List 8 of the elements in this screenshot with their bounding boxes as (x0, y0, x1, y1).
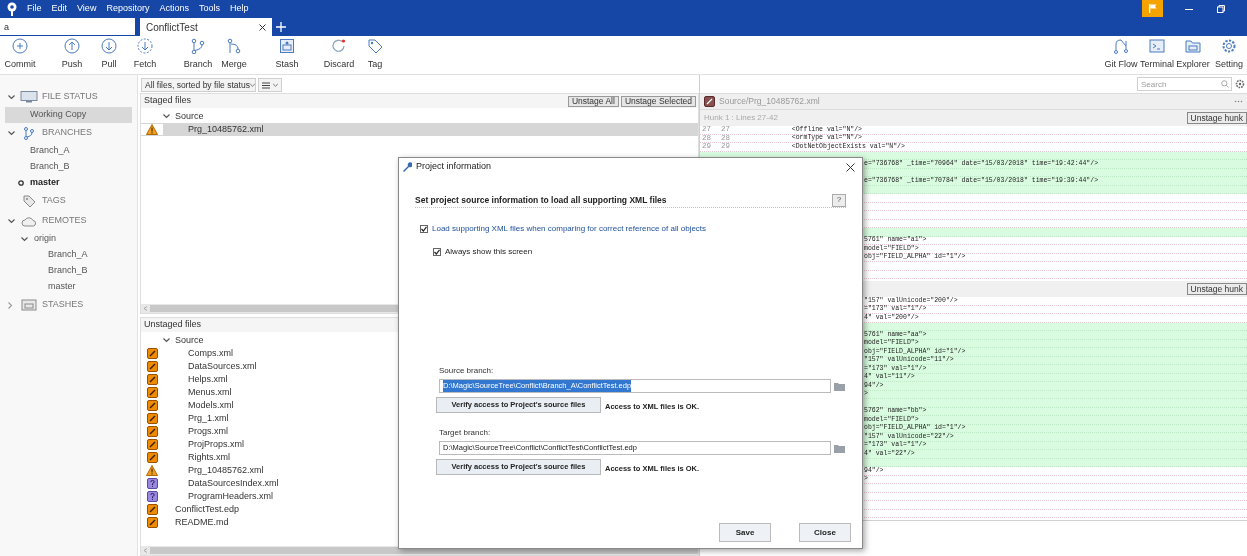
section-title: Staged files (144, 94, 193, 108)
dialog-heading: Set project source information to load all supporting XML files (415, 193, 668, 207)
checkbox-label: Load supporting XML files when comparing for correct reference of all objects (432, 223, 707, 235)
field-label: Target branch: (439, 427, 492, 439)
dialog-title: Project information (416, 160, 493, 174)
field-label: Source branch: (439, 365, 495, 377)
checkbox-label: Always show this screen (445, 246, 533, 258)
file-path: Source/Prg_10485762.xml (719, 95, 821, 108)
